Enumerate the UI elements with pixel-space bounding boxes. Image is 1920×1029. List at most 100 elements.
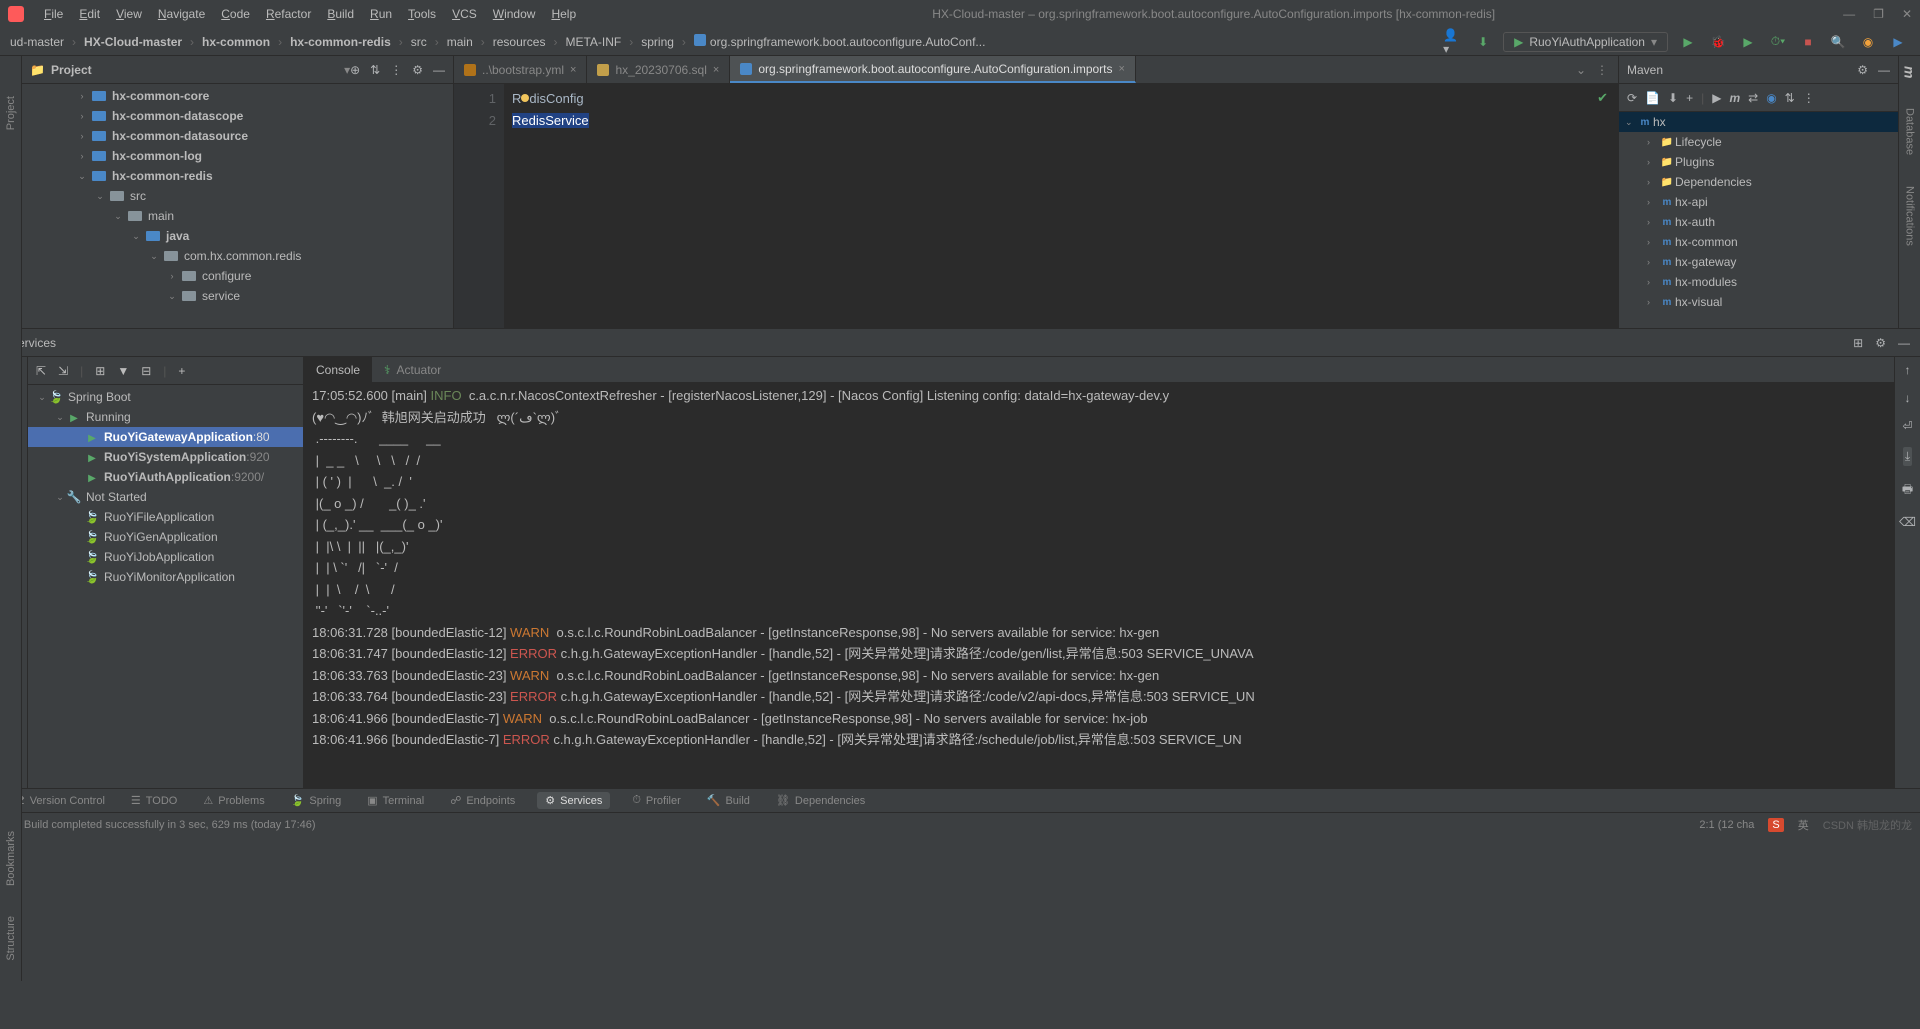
service-item[interactable]: 🍃RuoYiJobApplication xyxy=(28,547,303,567)
tree-item[interactable]: ⌄main xyxy=(22,206,453,226)
services-tree[interactable]: ⌄🍃Spring Boot⌄RunningRuoYiGatewayApplica… xyxy=(28,385,304,788)
bottom-tab-problems[interactable]: ⚠Problems xyxy=(199,792,268,809)
stop-icon[interactable]: ■ xyxy=(1798,32,1818,52)
tree-item[interactable]: ›hx-common-datascope xyxy=(22,106,453,126)
bottom-tab-services[interactable]: ⚙Services xyxy=(537,792,610,809)
bottom-tab-spring[interactable]: 🍃Spring xyxy=(287,792,346,809)
tree-item[interactable]: ⌄service xyxy=(22,286,453,306)
close-tab-icon[interactable]: × xyxy=(570,64,576,76)
close-icon[interactable]: ✕ xyxy=(1902,7,1912,21)
search-icon[interactable]: 🔍 xyxy=(1828,32,1848,52)
maven-item[interactable]: ›mhx-common xyxy=(1619,232,1898,252)
soft-wrap-icon[interactable]: ⏎ xyxy=(1902,419,1912,433)
close-tab-icon[interactable]: × xyxy=(1119,63,1125,75)
profile-icon[interactable]: ⏱▾ xyxy=(1768,32,1788,52)
breadcrumb-segment[interactable]: src xyxy=(405,33,433,51)
minimize-icon[interactable]: — xyxy=(1843,7,1855,21)
breadcrumb-segment[interactable]: spring xyxy=(635,33,680,51)
actuator-tab[interactable]: ⚕ Actuator xyxy=(372,357,453,382)
code-content[interactable]: RdisConfig RedisService xyxy=(504,84,1618,328)
coverage-icon[interactable]: ▶ xyxy=(1738,32,1758,52)
debug-icon[interactable]: 🐞 xyxy=(1708,32,1728,52)
tree-item[interactable]: ⌄com.hx.common.redis xyxy=(22,246,453,266)
menu-navigate[interactable]: Navigate xyxy=(150,7,213,21)
expand-all-icon[interactable]: ⇅ xyxy=(370,63,380,77)
maven-item[interactable]: ›mhx-auth xyxy=(1619,212,1898,232)
menu-window[interactable]: Window xyxy=(485,7,544,21)
scroll-up-icon[interactable]: ↑ xyxy=(1905,363,1911,377)
menu-build[interactable]: Build xyxy=(319,7,362,21)
service-item[interactable]: RuoYiGatewayApplication :80 xyxy=(28,427,303,447)
service-item[interactable]: ⌄🍃Spring Boot xyxy=(28,387,303,407)
breadcrumb-segment[interactable]: ud-master xyxy=(4,33,70,51)
group-icon[interactable]: ⊞ xyxy=(95,364,105,378)
clear-icon[interactable]: ⌫ xyxy=(1899,515,1916,529)
maven-icon[interactable]: m xyxy=(1729,91,1740,105)
menu-refactor[interactable]: Refactor xyxy=(258,7,319,21)
breadcrumb-segment[interactable]: HX-Cloud-master xyxy=(78,33,188,51)
run-icon[interactable]: ▶ xyxy=(1712,91,1721,105)
maven-item[interactable]: ›📁Dependencies xyxy=(1619,172,1898,192)
tree-item[interactable]: ⌄hx-common-redis xyxy=(22,166,453,186)
settings-icon[interactable]: ▶ xyxy=(1888,32,1908,52)
run-configuration-selector[interactable]: ▶ RuoYiAuthApplication ▾ xyxy=(1503,32,1668,52)
menu-vcs[interactable]: VCS xyxy=(444,7,485,21)
bottom-tab-version-control[interactable]: ⎇Version Control xyxy=(8,792,109,809)
service-item[interactable]: RuoYiSystemApplication :920 xyxy=(28,447,303,467)
inspection-ok-icon[interactable]: ✔ xyxy=(1597,90,1608,106)
gear-icon[interactable]: ⚙ xyxy=(1857,63,1868,77)
maven-item[interactable]: ›📁Lifecycle xyxy=(1619,132,1898,152)
layout-icon[interactable]: ⊟ xyxy=(141,364,151,378)
tree-item[interactable]: ⌄src xyxy=(22,186,453,206)
hide-icon[interactable]: — xyxy=(1898,336,1910,350)
add-icon[interactable]: + xyxy=(178,364,185,378)
bottom-tab-terminal[interactable]: ▣Terminal xyxy=(363,792,428,809)
notifications-tool-button[interactable]: Notifications xyxy=(1904,186,1916,246)
menu-file[interactable]: File xyxy=(36,7,71,21)
menu-tools[interactable]: Tools xyxy=(400,7,444,21)
breadcrumb-segment[interactable]: main xyxy=(441,33,479,51)
maven-item[interactable]: ›mhx-gateway xyxy=(1619,252,1898,272)
project-tree[interactable]: ›hx-common-core›hx-common-datascope›hx-c… xyxy=(22,84,453,328)
ime-badge[interactable]: S xyxy=(1768,818,1783,832)
bottom-tab-todo[interactable]: ☰TODO xyxy=(127,792,181,809)
hide-icon[interactable]: — xyxy=(433,63,445,77)
menu-run[interactable]: Run xyxy=(362,7,400,21)
breadcrumb-segment[interactable]: resources xyxy=(487,33,552,51)
maven-item[interactable]: ›mhx-visual xyxy=(1619,292,1898,312)
breadcrumb-segment[interactable]: META-INF xyxy=(559,33,627,51)
layout-icon[interactable]: ⊞ xyxy=(1853,336,1863,350)
menu-help[interactable]: Help xyxy=(543,7,584,21)
service-item[interactable]: RuoYiAuthApplication :9200/ xyxy=(28,467,303,487)
collapse-icon[interactable]: ⇲ xyxy=(58,364,68,378)
bottom-tab-profiler[interactable]: ⏱Profiler xyxy=(628,792,684,809)
bottom-tab-endpoints[interactable]: ☍Endpoints xyxy=(446,792,519,809)
hide-icon[interactable]: — xyxy=(1878,63,1890,77)
generate-icon[interactable]: 📄 xyxy=(1645,91,1660,105)
tree-item[interactable]: ⌄java xyxy=(22,226,453,246)
filter-icon[interactable]: ▼ xyxy=(117,364,129,378)
editor-tab[interactable]: ..\bootstrap.yml× xyxy=(454,56,587,83)
project-tool-button[interactable]: Project xyxy=(5,96,17,130)
maven-item[interactable]: ›mhx-api xyxy=(1619,192,1898,212)
more-icon[interactable]: ⋮ xyxy=(1803,91,1815,105)
service-item[interactable]: 🍃RuoYiFileApplication xyxy=(28,507,303,527)
service-item[interactable]: ⌄🔧Not Started xyxy=(28,487,303,507)
users-icon[interactable]: 👤▾ xyxy=(1443,32,1463,52)
breadcrumb-segment[interactable]: org.springframework.boot.autoconfigure.A… xyxy=(688,32,991,51)
tree-item[interactable]: ›hx-common-log xyxy=(22,146,453,166)
editor-tab[interactable]: hx_20230706.sql× xyxy=(587,56,730,83)
breadcrumb-segment[interactable]: hx-common-redis xyxy=(284,33,397,51)
run-icon[interactable]: ▶ xyxy=(1678,32,1698,52)
menu-view[interactable]: View xyxy=(108,7,150,21)
maven-root[interactable]: ⌄mhx xyxy=(1619,112,1898,132)
gear-icon[interactable]: ⚙ xyxy=(412,63,423,77)
console-output[interactable]: 17:05:52.600 [main] INFO c.a.c.n.r.Nacos… xyxy=(304,383,1894,788)
editor-tab[interactable]: org.springframework.boot.autoconfigure.A… xyxy=(730,56,1136,83)
maven-tree[interactable]: ⌄mhx›📁Lifecycle›📁Plugins›📁Dependencies›m… xyxy=(1619,112,1898,328)
maven-item[interactable]: ›mhx-modules xyxy=(1619,272,1898,292)
toggle-icon[interactable]: ⇄ xyxy=(1748,91,1758,105)
expand-icon[interactable]: ⇱ xyxy=(36,364,46,378)
database-tool-button[interactable]: Database xyxy=(1904,108,1916,155)
download-icon[interactable]: ⬇ xyxy=(1668,91,1678,105)
